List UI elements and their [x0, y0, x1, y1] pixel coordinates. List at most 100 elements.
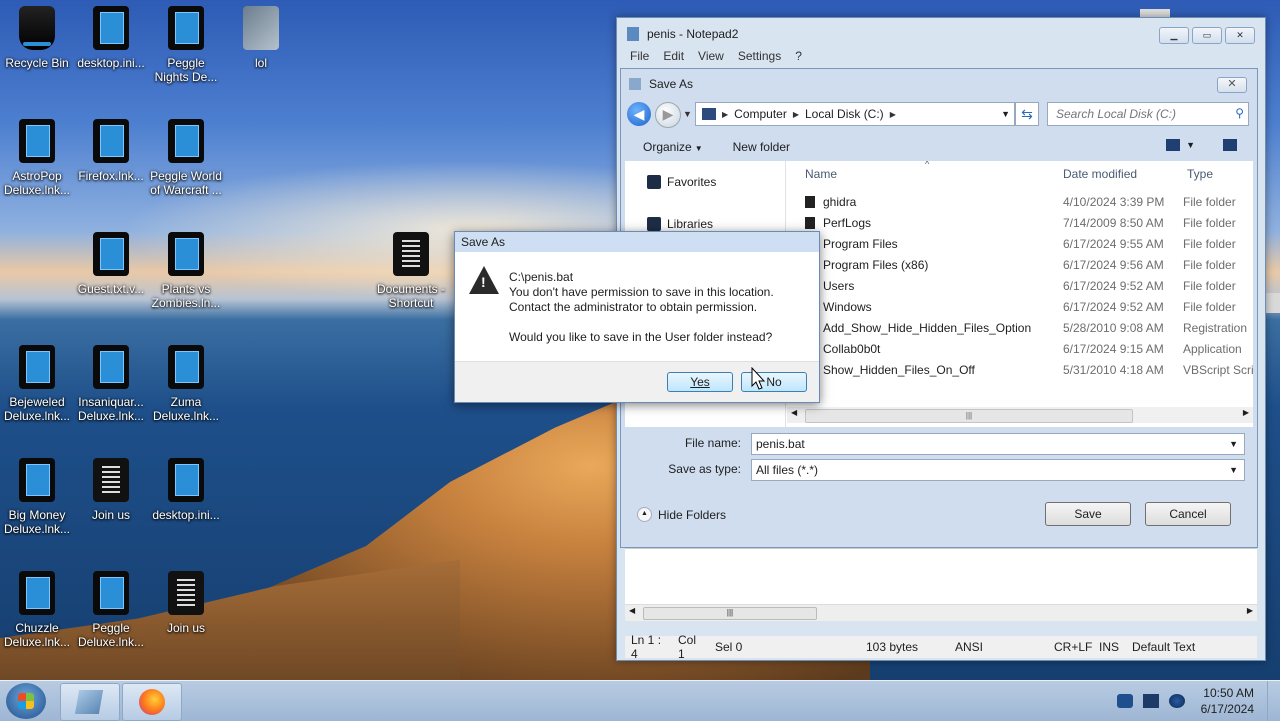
scroll-right-icon[interactable]: ▶: [1247, 606, 1253, 615]
warning-line-1: You don't have permission to save in thi…: [509, 285, 774, 299]
back-button[interactable]: ◀: [627, 102, 651, 126]
desktop-icon[interactable]: Firefox.lnk...: [74, 119, 148, 183]
address-bar[interactable]: ▶ Computer ▶ Local Disk (C:) ▶ ▼: [695, 102, 1015, 126]
desktop-icon[interactable]: desktop.ini...: [149, 458, 223, 522]
chevron-down-icon[interactable]: ▼: [1186, 140, 1195, 150]
clock[interactable]: 10:50 AM 6/17/2024: [1201, 685, 1254, 717]
desktop-icon[interactable]: Bejeweled Deluxe.lnk...: [0, 345, 74, 423]
network-icon[interactable]: [1142, 694, 1159, 708]
desktop-icon[interactable]: Join us: [74, 458, 148, 522]
address-dropdown-icon[interactable]: ▼: [1001, 109, 1010, 119]
nav-libraries[interactable]: Libraries: [647, 217, 713, 231]
column-date[interactable]: Date modified: [1063, 167, 1137, 181]
file-row[interactable]: Users 6/17/2024 9:52 AM File folder: [787, 275, 1253, 296]
file-type: File folder: [1183, 299, 1236, 314]
security-icon[interactable]: [1116, 694, 1133, 708]
column-name[interactable]: Name: [805, 167, 837, 181]
file-row[interactable]: ghidra 4/10/2024 3:39 PM File folder: [787, 191, 1253, 212]
save-button[interactable]: Save: [1045, 502, 1131, 526]
scrollbar-thumb[interactable]: |||: [805, 409, 1133, 423]
file-date: 6/17/2024 9:15 AM: [1063, 341, 1164, 356]
recycle-bin-icon: [19, 6, 55, 50]
scroll-left-icon[interactable]: ◀: [791, 408, 797, 417]
desktop-icon[interactable]: Insaniquar... Deluxe.lnk...: [74, 345, 148, 423]
desktop-icon[interactable]: lol: [224, 6, 298, 70]
taskbar-firefox-button[interactable]: [122, 683, 182, 721]
show-desktop-button[interactable]: [1267, 681, 1280, 721]
desktop-icon[interactable]: Recycle Bin: [0, 6, 74, 70]
file-row[interactable]: Program Files (x86) 6/17/2024 9:56 AM File…: [787, 254, 1253, 275]
file-date: 6/17/2024 9:55 AM: [1063, 236, 1164, 251]
view-options-icon[interactable]: [1166, 139, 1181, 151]
save-as-titlebar[interactable]: Save As: [621, 69, 1257, 99]
desktop-icon[interactable]: desktop.ini...: [74, 6, 148, 70]
warning-titlebar[interactable]: Save As: [455, 232, 819, 252]
start-button[interactable]: [6, 683, 46, 719]
save-as-icon: [629, 78, 641, 90]
refresh-button[interactable]: ⇆: [1015, 102, 1039, 126]
scroll-right-icon[interactable]: ▶: [1243, 408, 1249, 417]
forward-button[interactable]: ▶: [655, 102, 681, 128]
desktop-icon[interactable]: Plants vs Zombies.ln...: [149, 232, 223, 310]
file-name-input[interactable]: penis.bat ▼: [751, 433, 1245, 455]
desktop-icon[interactable]: Peggle Nights De...: [149, 6, 223, 84]
desktop-icon[interactable]: Join us: [149, 571, 223, 635]
breadcrumb-computer[interactable]: Computer: [728, 107, 793, 121]
volume-icon[interactable]: [1168, 694, 1185, 708]
preview-pane-icon[interactable]: [1223, 139, 1237, 151]
menu-file[interactable]: File: [623, 48, 656, 64]
maximize-button[interactable]: ▭: [1192, 27, 1222, 44]
file-row[interactable]: Program Files 6/17/2024 9:55 AM File folde…: [787, 233, 1253, 254]
search-box[interactable]: ⚲: [1047, 102, 1249, 126]
file-row[interactable]: Windows 6/17/2024 9:52 AM File folder: [787, 296, 1253, 317]
menu-help[interactable]: ?: [788, 48, 809, 64]
file-row[interactable]: Show_Hidden_Files_On_Off 5/31/2010 4:18 A…: [787, 359, 1253, 380]
shortcut-icon: [93, 232, 129, 276]
notepad-editor[interactable]: ◀ ||| ▶: [625, 548, 1257, 621]
file-row[interactable]: Collab0b0t 6/17/2024 9:15 AM Application: [787, 338, 1253, 359]
warning-message: C:\penis.bat You don't have permission t…: [509, 270, 774, 345]
breadcrumb-local-disk[interactable]: Local Disk (C:): [799, 107, 890, 121]
column-type[interactable]: Type: [1187, 167, 1213, 181]
file-row[interactable]: PerfLogs 7/14/2009 8:50 AM File folder: [787, 212, 1253, 233]
menu-settings[interactable]: Settings: [731, 48, 788, 64]
desktop-icon[interactable]: Zuma Deluxe.lnk...: [149, 345, 223, 423]
nav-favorites[interactable]: Favorites: [647, 175, 716, 189]
desktop-icon[interactable]: Guest.txt.v...: [74, 232, 148, 296]
desktop-icon[interactable]: Peggle Deluxe.lnk...: [74, 571, 148, 649]
desktop-icon[interactable]: AstroPop Deluxe.lnk...: [0, 119, 74, 197]
cancel-button[interactable]: Cancel: [1145, 502, 1231, 526]
close-icon[interactable]: ✕: [1217, 77, 1247, 93]
file-row[interactable]: Add_Show_Hide_Hidden_Files_Option 5/28/20…: [787, 317, 1253, 338]
search-input[interactable]: [1054, 106, 1228, 122]
sort-up-icon: ^: [925, 161, 930, 169]
chevron-down-icon[interactable]: ▼: [1229, 465, 1238, 475]
menu-view[interactable]: View: [691, 48, 731, 64]
desktop-icon-label: Join us: [91, 508, 131, 522]
minimize-button[interactable]: ▁: [1159, 27, 1189, 44]
breadcrumb-arrow-icon[interactable]: ▶: [890, 110, 896, 119]
desktop-icon[interactable]: Chuzzle Deluxe.lnk...: [0, 571, 74, 649]
desktop-icon-label: Documents - Shortcut: [376, 282, 446, 310]
desktop-icon-label: desktop.ini...: [152, 508, 220, 522]
search-icon[interactable]: ⚲: [1235, 106, 1244, 120]
file-name-value: penis.bat: [756, 437, 805, 451]
hide-folders-toggle[interactable]: ▲ Hide Folders: [637, 507, 726, 522]
organize-button[interactable]: Organize ▼: [635, 137, 711, 157]
save-type-select[interactable]: All files (*.*) ▼: [751, 459, 1245, 481]
taskbar-notepad-button[interactable]: [60, 683, 120, 721]
scroll-left-icon[interactable]: ◀: [629, 606, 635, 615]
editor-horizontal-scrollbar[interactable]: ◀ ||| ▶: [625, 604, 1257, 621]
close-button[interactable]: ✕: [1225, 27, 1255, 44]
desktop-icon[interactable]: Big Money Deluxe.lnk...: [0, 458, 74, 536]
yes-button[interactable]: Yes: [667, 372, 733, 392]
file-list-horizontal-scrollbar[interactable]: ◀ ||| ▶: [787, 407, 1253, 423]
menu-edit[interactable]: Edit: [656, 48, 691, 64]
new-folder-button[interactable]: New folder: [725, 137, 798, 157]
file-name-row: File name: penis.bat ▼: [621, 433, 1257, 455]
desktop-icon[interactable]: Documents - Shortcut: [374, 232, 448, 310]
desktop-icon[interactable]: Peggle World of Warcraft ...: [149, 119, 223, 197]
chevron-down-icon[interactable]: ▼: [1229, 439, 1238, 449]
recent-pages-dropdown-icon[interactable]: ▼: [683, 109, 692, 119]
scrollbar-thumb[interactable]: |||: [643, 607, 817, 620]
